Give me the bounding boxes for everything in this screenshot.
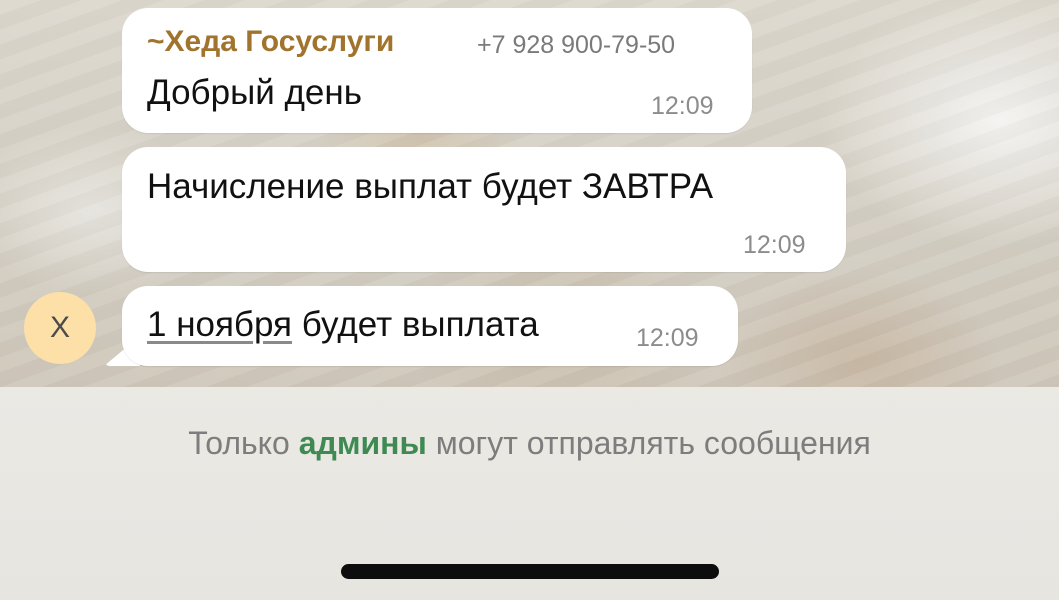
- sender-name-text: Хеда Госуслуги: [164, 25, 395, 58]
- message-text-rest: будет выплата: [292, 305, 539, 344]
- message-time: 12:09: [743, 231, 806, 259]
- notice-before: Только: [188, 425, 299, 461]
- home-indicator[interactable]: [341, 564, 719, 579]
- sender-phone[interactable]: +7 928 900-79-50: [477, 31, 675, 60]
- message-text: Начисление выплат будет ЗАВТРА: [147, 167, 714, 206]
- admins-only-notice: Только админы могут отправлять сообщения: [0, 425, 1059, 462]
- message-time: 12:09: [651, 92, 714, 120]
- avatar[interactable]: Х: [24, 292, 96, 364]
- avatar-initial: Х: [49, 311, 70, 344]
- message-text: Добрый день: [147, 73, 362, 112]
- date-link[interactable]: 1 ноября: [147, 305, 292, 344]
- sender-name[interactable]: ~Хеда Госуслуги: [147, 25, 394, 59]
- notice-after: могут отправлять сообщения: [426, 425, 871, 461]
- message-text: 1 ноября будет выплата: [147, 305, 539, 345]
- message-time: 12:09: [636, 324, 699, 352]
- admins-link[interactable]: админы: [299, 425, 427, 461]
- sender-prefix: ~: [147, 25, 165, 58]
- message-bubble[interactable]: [122, 147, 846, 272]
